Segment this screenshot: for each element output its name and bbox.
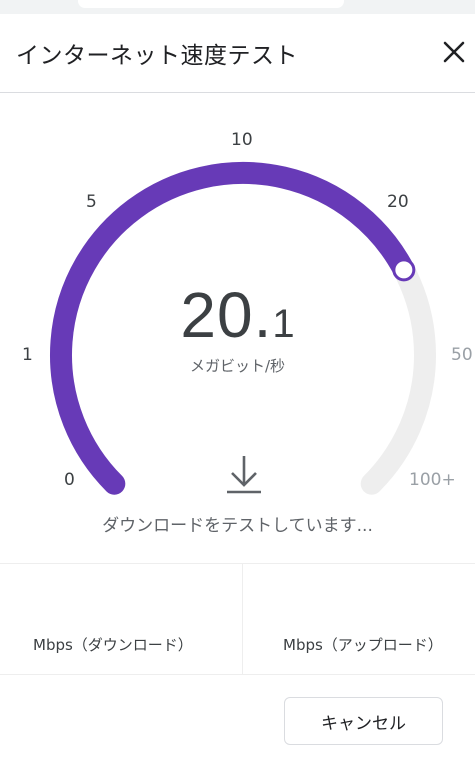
speed-readout: 20.1 (0, 278, 475, 352)
download-result-label: Mbps（ダウンロード） (33, 636, 193, 654)
speed-integer: 20. (180, 279, 273, 351)
speed-gauge: 10 5 20 1 50 0 100+ 20.1 メガビット/秒 ダウンロードを… (0, 92, 475, 562)
upload-result-label: Mbps（アップロード） (283, 636, 443, 654)
tick-label-5: 5 (86, 192, 97, 212)
speed-decimal: 1 (272, 302, 295, 346)
results-divider (242, 564, 243, 674)
tick-label-100: 100+ (409, 470, 456, 490)
browser-top-strip (0, 0, 475, 14)
gauge-knob (392, 258, 416, 282)
cancel-button[interactable]: キャンセル (284, 697, 443, 745)
dialog-header: インターネット速度テスト (0, 14, 475, 93)
tick-label-10: 10 (231, 130, 253, 150)
close-icon (443, 41, 465, 63)
results-panel: Mbps（ダウンロード） Mbps（アップロード） (0, 563, 475, 675)
close-button[interactable] (436, 34, 472, 70)
tick-label-0: 0 (64, 470, 75, 490)
test-status: ダウンロードをテストしています... (102, 516, 373, 536)
speed-unit: メガビット/秒 (189, 357, 286, 375)
download-icon (227, 456, 261, 494)
address-bar-remnant (78, 0, 344, 8)
tick-label-20: 20 (387, 192, 409, 212)
dialog-title: インターネット速度テスト (16, 43, 298, 69)
